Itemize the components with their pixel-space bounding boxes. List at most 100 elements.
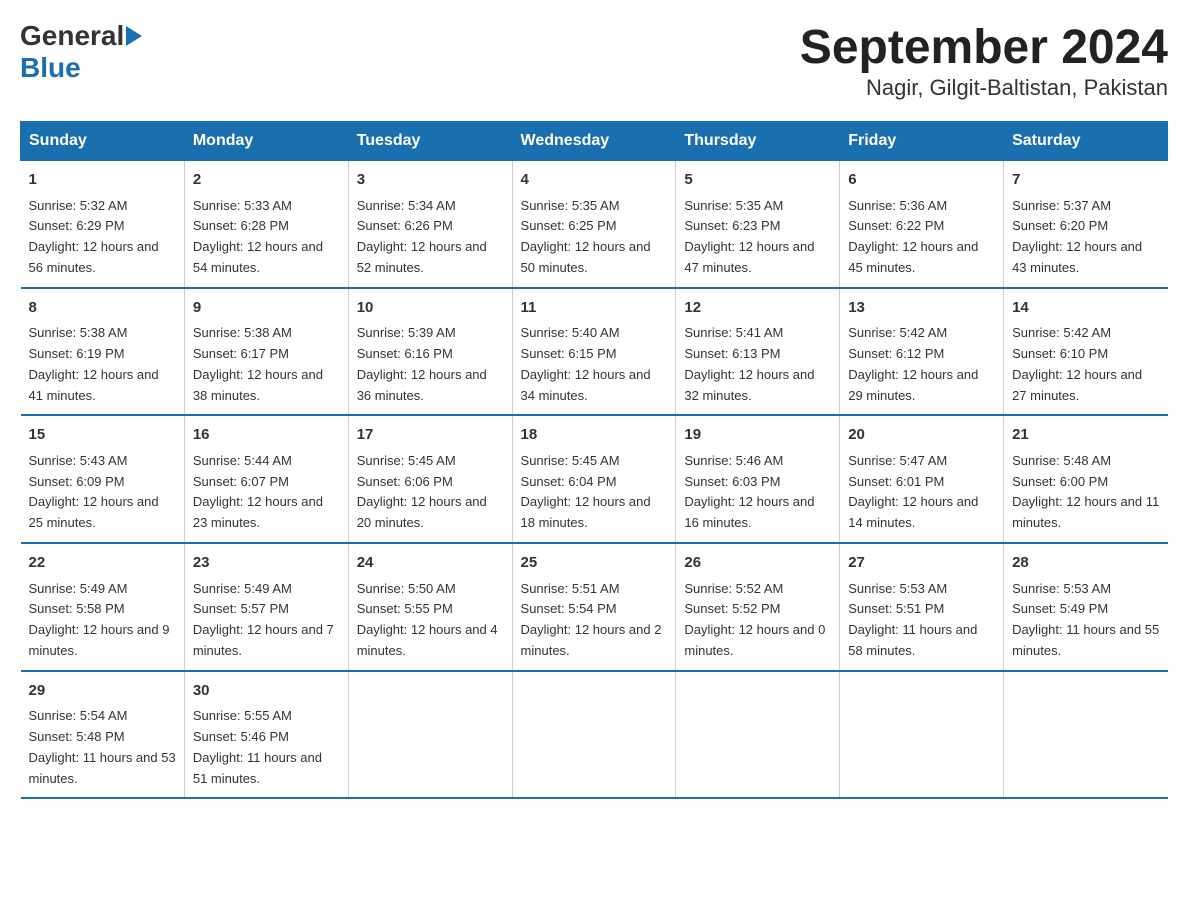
calendar-cell: 2Sunrise: 5:33 AMSunset: 6:28 PMDaylight… [184, 161, 348, 288]
day-info: Sunrise: 5:53 AMSunset: 5:49 PMDaylight:… [1012, 579, 1159, 662]
day-number: 20 [848, 424, 995, 447]
week-row-5: 29 Sunrise: 5:54 AMSunset: 5:48 PMDayligh… [21, 671, 1168, 799]
title-area: September 2024 Nagir, Gilgit-Baltistan, … [800, 20, 1168, 101]
logo: General Blue [20, 20, 142, 84]
day-number: 27 [848, 552, 995, 575]
day-number: 8 [29, 297, 176, 320]
day-number: 11 [521, 297, 668, 320]
calendar-header-row: SundayMondayTuesdayWednesdayThursdayFrid… [21, 122, 1168, 161]
day-info: Sunrise: 5:55 AMSunset: 5:46 PMDaylight:… [193, 706, 340, 789]
calendar-cell: 7Sunrise: 5:37 AMSunset: 6:20 PMDaylight… [1004, 161, 1168, 288]
day-info: Sunrise: 5:40 AMSunset: 6:15 PMDaylight:… [521, 323, 668, 406]
day-number: 9 [193, 297, 340, 320]
day-info: Sunrise: 5:54 AMSunset: 5:48 PMDaylight:… [29, 706, 176, 789]
calendar-cell [512, 671, 676, 799]
calendar-cell: 27 Sunrise: 5:53 AMSunset: 5:51 PMDayligh… [840, 543, 1004, 671]
calendar-cell: 18Sunrise: 5:45 AMSunset: 6:04 PMDayligh… [512, 415, 676, 543]
calendar-cell: 16 Sunrise: 5:44 AMSunset: 6:07 PMDayligh… [184, 415, 348, 543]
day-info: Sunrise: 5:36 AMSunset: 6:22 PMDaylight:… [848, 196, 995, 279]
day-info: Sunrise: 5:53 AMSunset: 5:51 PMDaylight:… [848, 579, 995, 662]
header-tuesday: Tuesday [348, 122, 512, 161]
calendar-cell: 6 Sunrise: 5:36 AMSunset: 6:22 PMDaylight… [840, 161, 1004, 288]
calendar-cell [1004, 671, 1168, 799]
header-friday: Friday [840, 122, 1004, 161]
calendar-cell: 23 Sunrise: 5:49 AMSunset: 5:57 PMDayligh… [184, 543, 348, 671]
header-saturday: Saturday [1004, 122, 1168, 161]
day-number: 29 [29, 680, 176, 703]
day-info: Sunrise: 5:33 AMSunset: 6:28 PMDaylight:… [193, 196, 340, 279]
day-info: Sunrise: 5:46 AMSunset: 6:03 PMDaylight:… [684, 451, 831, 534]
day-number: 14 [1012, 297, 1159, 320]
week-row-4: 22 Sunrise: 5:49 AMSunset: 5:58 PMDayligh… [21, 543, 1168, 671]
location-title: Nagir, Gilgit-Baltistan, Pakistan [800, 75, 1168, 101]
week-row-3: 15Sunrise: 5:43 AMSunset: 6:09 PMDayligh… [21, 415, 1168, 543]
day-info: Sunrise: 5:51 AMSunset: 5:54 PMDaylight:… [521, 579, 668, 662]
day-info: Sunrise: 5:38 AMSunset: 6:19 PMDaylight:… [29, 323, 176, 406]
day-number: 10 [357, 297, 504, 320]
calendar-cell [676, 671, 840, 799]
day-info: Sunrise: 5:44 AMSunset: 6:07 PMDaylight:… [193, 451, 340, 534]
calendar-cell: 8 Sunrise: 5:38 AMSunset: 6:19 PMDaylight… [21, 288, 185, 416]
day-number: 26 [684, 552, 831, 575]
calendar-cell: 19Sunrise: 5:46 AMSunset: 6:03 PMDayligh… [676, 415, 840, 543]
week-row-2: 8 Sunrise: 5:38 AMSunset: 6:19 PMDaylight… [21, 288, 1168, 416]
page-header: General Blue September 2024 Nagir, Gilgi… [20, 20, 1168, 101]
calendar-cell: 24 Sunrise: 5:50 AMSunset: 5:55 PMDayligh… [348, 543, 512, 671]
calendar-cell: 20Sunrise: 5:47 AMSunset: 6:01 PMDayligh… [840, 415, 1004, 543]
calendar-cell: 28 Sunrise: 5:53 AMSunset: 5:49 PMDayligh… [1004, 543, 1168, 671]
calendar-cell: 5 Sunrise: 5:35 AMSunset: 6:23 PMDaylight… [676, 161, 840, 288]
day-number: 21 [1012, 424, 1159, 447]
calendar-table: SundayMondayTuesdayWednesdayThursdayFrid… [20, 121, 1168, 799]
day-info: Sunrise: 5:35 AMSunset: 6:23 PMDaylight:… [684, 196, 831, 279]
calendar-cell: 22 Sunrise: 5:49 AMSunset: 5:58 PMDayligh… [21, 543, 185, 671]
day-number: 7 [1012, 169, 1159, 192]
day-info: Sunrise: 5:41 AMSunset: 6:13 PMDaylight:… [684, 323, 831, 406]
day-info: Sunrise: 5:32 AMSunset: 6:29 PMDaylight:… [29, 196, 176, 279]
calendar-cell: 15Sunrise: 5:43 AMSunset: 6:09 PMDayligh… [21, 415, 185, 543]
day-number: 6 [848, 169, 995, 192]
calendar-cell: 30 Sunrise: 5:55 AMSunset: 5:46 PMDayligh… [184, 671, 348, 799]
logo-blue: Blue [20, 52, 81, 84]
day-number: 28 [1012, 552, 1159, 575]
calendar-cell [348, 671, 512, 799]
calendar-cell [840, 671, 1004, 799]
day-info: Sunrise: 5:42 AMSunset: 6:12 PMDaylight:… [848, 323, 995, 406]
header-monday: Monday [184, 122, 348, 161]
header-thursday: Thursday [676, 122, 840, 161]
day-info: Sunrise: 5:39 AMSunset: 6:16 PMDaylight:… [357, 323, 504, 406]
day-number: 17 [357, 424, 504, 447]
calendar-cell: 9 Sunrise: 5:38 AMSunset: 6:17 PMDaylight… [184, 288, 348, 416]
logo-general: General [20, 20, 124, 52]
week-row-1: 1 Sunrise: 5:32 AMSunset: 6:29 PMDaylight… [21, 161, 1168, 288]
calendar-cell: 1 Sunrise: 5:32 AMSunset: 6:29 PMDaylight… [21, 161, 185, 288]
day-number: 25 [521, 552, 668, 575]
calendar-cell: 17Sunrise: 5:45 AMSunset: 6:06 PMDayligh… [348, 415, 512, 543]
calendar-cell: 21Sunrise: 5:48 AMSunset: 6:00 PMDayligh… [1004, 415, 1168, 543]
day-info: Sunrise: 5:49 AMSunset: 5:57 PMDaylight:… [193, 579, 340, 662]
calendar-cell: 10 Sunrise: 5:39 AMSunset: 6:16 PMDayligh… [348, 288, 512, 416]
day-number: 24 [357, 552, 504, 575]
day-info: Sunrise: 5:34 AMSunset: 6:26 PMDaylight:… [357, 196, 504, 279]
day-number: 5 [684, 169, 831, 192]
day-number: 30 [193, 680, 340, 703]
day-number: 23 [193, 552, 340, 575]
calendar-cell: 13Sunrise: 5:42 AMSunset: 6:12 PMDayligh… [840, 288, 1004, 416]
calendar-cell: 3Sunrise: 5:34 AMSunset: 6:26 PMDaylight… [348, 161, 512, 288]
day-number: 12 [684, 297, 831, 320]
calendar-cell: 25 Sunrise: 5:51 AMSunset: 5:54 PMDayligh… [512, 543, 676, 671]
day-info: Sunrise: 5:35 AMSunset: 6:25 PMDaylight:… [521, 196, 668, 279]
month-year-title: September 2024 [800, 20, 1168, 75]
day-info: Sunrise: 5:49 AMSunset: 5:58 PMDaylight:… [29, 579, 176, 662]
day-info: Sunrise: 5:43 AMSunset: 6:09 PMDaylight:… [29, 451, 176, 534]
header-sunday: Sunday [21, 122, 185, 161]
calendar-cell: 4Sunrise: 5:35 AMSunset: 6:25 PMDaylight… [512, 161, 676, 288]
day-number: 22 [29, 552, 176, 575]
day-number: 1 [29, 169, 176, 192]
day-info: Sunrise: 5:38 AMSunset: 6:17 PMDaylight:… [193, 323, 340, 406]
calendar-cell: 14 Sunrise: 5:42 AMSunset: 6:10 PMDayligh… [1004, 288, 1168, 416]
day-info: Sunrise: 5:50 AMSunset: 5:55 PMDaylight:… [357, 579, 504, 662]
calendar-cell: 12 Sunrise: 5:41 AMSunset: 6:13 PMDayligh… [676, 288, 840, 416]
day-info: Sunrise: 5:42 AMSunset: 6:10 PMDaylight:… [1012, 323, 1159, 406]
day-number: 16 [193, 424, 340, 447]
day-info: Sunrise: 5:45 AMSunset: 6:04 PMDaylight:… [521, 451, 668, 534]
